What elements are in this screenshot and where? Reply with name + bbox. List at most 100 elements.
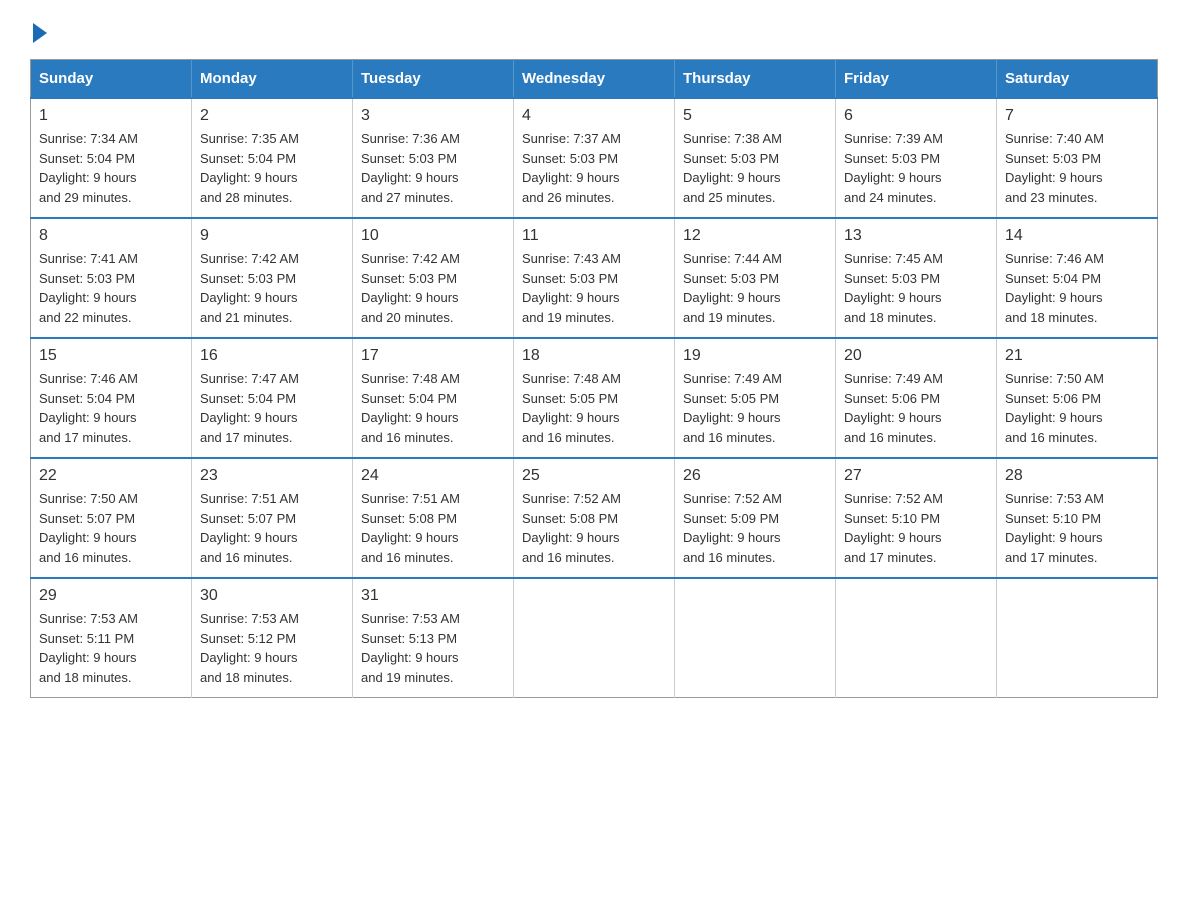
calendar-cell: 7 Sunrise: 7:40 AMSunset: 5:03 PMDayligh… — [997, 98, 1158, 218]
day-info: Sunrise: 7:51 AMSunset: 5:07 PMDaylight:… — [200, 489, 344, 567]
day-info: Sunrise: 7:53 AMSunset: 5:13 PMDaylight:… — [361, 609, 505, 687]
day-number: 28 — [1005, 467, 1149, 485]
day-info: Sunrise: 7:44 AMSunset: 5:03 PMDaylight:… — [683, 249, 827, 327]
calendar-cell: 19 Sunrise: 7:49 AMSunset: 5:05 PMDaylig… — [675, 338, 836, 458]
calendar-cell: 31 Sunrise: 7:53 AMSunset: 5:13 PMDaylig… — [353, 578, 514, 698]
day-info: Sunrise: 7:48 AMSunset: 5:04 PMDaylight:… — [361, 369, 505, 447]
day-number: 18 — [522, 347, 666, 365]
calendar-cell: 6 Sunrise: 7:39 AMSunset: 5:03 PMDayligh… — [836, 98, 997, 218]
day-number: 8 — [39, 227, 183, 245]
day-info: Sunrise: 7:38 AMSunset: 5:03 PMDaylight:… — [683, 129, 827, 207]
calendar-cell: 16 Sunrise: 7:47 AMSunset: 5:04 PMDaylig… — [192, 338, 353, 458]
day-info: Sunrise: 7:36 AMSunset: 5:03 PMDaylight:… — [361, 129, 505, 207]
week-row-4: 22 Sunrise: 7:50 AMSunset: 5:07 PMDaylig… — [31, 458, 1158, 578]
calendar-cell: 28 Sunrise: 7:53 AMSunset: 5:10 PMDaylig… — [997, 458, 1158, 578]
day-info: Sunrise: 7:37 AMSunset: 5:03 PMDaylight:… — [522, 129, 666, 207]
day-number: 29 — [39, 587, 183, 605]
calendar-cell: 2 Sunrise: 7:35 AMSunset: 5:04 PMDayligh… — [192, 98, 353, 218]
day-number: 17 — [361, 347, 505, 365]
weekday-header-saturday: Saturday — [997, 60, 1158, 99]
calendar-cell: 15 Sunrise: 7:46 AMSunset: 5:04 PMDaylig… — [31, 338, 192, 458]
day-info: Sunrise: 7:50 AMSunset: 5:06 PMDaylight:… — [1005, 369, 1149, 447]
day-number: 25 — [522, 467, 666, 485]
calendar-cell: 21 Sunrise: 7:50 AMSunset: 5:06 PMDaylig… — [997, 338, 1158, 458]
day-number: 15 — [39, 347, 183, 365]
week-row-2: 8 Sunrise: 7:41 AMSunset: 5:03 PMDayligh… — [31, 218, 1158, 338]
calendar-cell: 1 Sunrise: 7:34 AMSunset: 5:04 PMDayligh… — [31, 98, 192, 218]
weekday-row: SundayMondayTuesdayWednesdayThursdayFrid… — [31, 60, 1158, 99]
day-number: 23 — [200, 467, 344, 485]
calendar-cell: 22 Sunrise: 7:50 AMSunset: 5:07 PMDaylig… — [31, 458, 192, 578]
day-info: Sunrise: 7:47 AMSunset: 5:04 PMDaylight:… — [200, 369, 344, 447]
day-info: Sunrise: 7:51 AMSunset: 5:08 PMDaylight:… — [361, 489, 505, 567]
day-number: 11 — [522, 227, 666, 245]
calendar-cell: 13 Sunrise: 7:45 AMSunset: 5:03 PMDaylig… — [836, 218, 997, 338]
day-number: 21 — [1005, 347, 1149, 365]
weekday-header-sunday: Sunday — [31, 60, 192, 99]
calendar-cell: 8 Sunrise: 7:41 AMSunset: 5:03 PMDayligh… — [31, 218, 192, 338]
calendar-cell: 30 Sunrise: 7:53 AMSunset: 5:12 PMDaylig… — [192, 578, 353, 698]
day-info: Sunrise: 7:52 AMSunset: 5:10 PMDaylight:… — [844, 489, 988, 567]
day-number: 10 — [361, 227, 505, 245]
day-number: 31 — [361, 587, 505, 605]
day-info: Sunrise: 7:52 AMSunset: 5:09 PMDaylight:… — [683, 489, 827, 567]
day-number: 30 — [200, 587, 344, 605]
day-info: Sunrise: 7:34 AMSunset: 5:04 PMDaylight:… — [39, 129, 183, 207]
calendar-cell: 9 Sunrise: 7:42 AMSunset: 5:03 PMDayligh… — [192, 218, 353, 338]
calendar-cell: 24 Sunrise: 7:51 AMSunset: 5:08 PMDaylig… — [353, 458, 514, 578]
calendar-cell: 18 Sunrise: 7:48 AMSunset: 5:05 PMDaylig… — [514, 338, 675, 458]
day-info: Sunrise: 7:42 AMSunset: 5:03 PMDaylight:… — [361, 249, 505, 327]
calendar-cell — [514, 578, 675, 698]
calendar-cell: 20 Sunrise: 7:49 AMSunset: 5:06 PMDaylig… — [836, 338, 997, 458]
day-info: Sunrise: 7:53 AMSunset: 5:12 PMDaylight:… — [200, 609, 344, 687]
day-number: 13 — [844, 227, 988, 245]
week-row-1: 1 Sunrise: 7:34 AMSunset: 5:04 PMDayligh… — [31, 98, 1158, 218]
day-number: 20 — [844, 347, 988, 365]
day-number: 19 — [683, 347, 827, 365]
calendar-header: SundayMondayTuesdayWednesdayThursdayFrid… — [31, 60, 1158, 99]
day-info: Sunrise: 7:46 AMSunset: 5:04 PMDaylight:… — [1005, 249, 1149, 327]
calendar-table: SundayMondayTuesdayWednesdayThursdayFrid… — [30, 59, 1158, 698]
calendar-cell: 26 Sunrise: 7:52 AMSunset: 5:09 PMDaylig… — [675, 458, 836, 578]
day-number: 1 — [39, 107, 183, 125]
calendar-cell — [675, 578, 836, 698]
day-number: 5 — [683, 107, 827, 125]
calendar-cell: 29 Sunrise: 7:53 AMSunset: 5:11 PMDaylig… — [31, 578, 192, 698]
day-info: Sunrise: 7:49 AMSunset: 5:06 PMDaylight:… — [844, 369, 988, 447]
calendar-cell: 4 Sunrise: 7:37 AMSunset: 5:03 PMDayligh… — [514, 98, 675, 218]
day-info: Sunrise: 7:50 AMSunset: 5:07 PMDaylight:… — [39, 489, 183, 567]
day-number: 26 — [683, 467, 827, 485]
calendar-cell: 23 Sunrise: 7:51 AMSunset: 5:07 PMDaylig… — [192, 458, 353, 578]
day-number: 3 — [361, 107, 505, 125]
day-number: 12 — [683, 227, 827, 245]
day-number: 9 — [200, 227, 344, 245]
logo — [30, 20, 47, 39]
calendar-cell: 27 Sunrise: 7:52 AMSunset: 5:10 PMDaylig… — [836, 458, 997, 578]
day-info: Sunrise: 7:45 AMSunset: 5:03 PMDaylight:… — [844, 249, 988, 327]
calendar-cell: 5 Sunrise: 7:38 AMSunset: 5:03 PMDayligh… — [675, 98, 836, 218]
calendar-cell: 12 Sunrise: 7:44 AMSunset: 5:03 PMDaylig… — [675, 218, 836, 338]
day-info: Sunrise: 7:39 AMSunset: 5:03 PMDaylight:… — [844, 129, 988, 207]
day-number: 24 — [361, 467, 505, 485]
day-info: Sunrise: 7:53 AMSunset: 5:10 PMDaylight:… — [1005, 489, 1149, 567]
calendar-body: 1 Sunrise: 7:34 AMSunset: 5:04 PMDayligh… — [31, 98, 1158, 698]
day-number: 6 — [844, 107, 988, 125]
day-info: Sunrise: 7:52 AMSunset: 5:08 PMDaylight:… — [522, 489, 666, 567]
calendar-cell: 17 Sunrise: 7:48 AMSunset: 5:04 PMDaylig… — [353, 338, 514, 458]
day-info: Sunrise: 7:35 AMSunset: 5:04 PMDaylight:… — [200, 129, 344, 207]
weekday-header-friday: Friday — [836, 60, 997, 99]
calendar-cell: 25 Sunrise: 7:52 AMSunset: 5:08 PMDaylig… — [514, 458, 675, 578]
calendar-cell: 11 Sunrise: 7:43 AMSunset: 5:03 PMDaylig… — [514, 218, 675, 338]
day-info: Sunrise: 7:49 AMSunset: 5:05 PMDaylight:… — [683, 369, 827, 447]
day-number: 22 — [39, 467, 183, 485]
weekday-header-monday: Monday — [192, 60, 353, 99]
day-number: 7 — [1005, 107, 1149, 125]
weekday-header-thursday: Thursday — [675, 60, 836, 99]
day-info: Sunrise: 7:40 AMSunset: 5:03 PMDaylight:… — [1005, 129, 1149, 207]
logo-arrow-icon — [33, 23, 47, 43]
calendar-cell: 10 Sunrise: 7:42 AMSunset: 5:03 PMDaylig… — [353, 218, 514, 338]
calendar-cell — [836, 578, 997, 698]
day-info: Sunrise: 7:48 AMSunset: 5:05 PMDaylight:… — [522, 369, 666, 447]
day-info: Sunrise: 7:41 AMSunset: 5:03 PMDaylight:… — [39, 249, 183, 327]
day-number: 4 — [522, 107, 666, 125]
